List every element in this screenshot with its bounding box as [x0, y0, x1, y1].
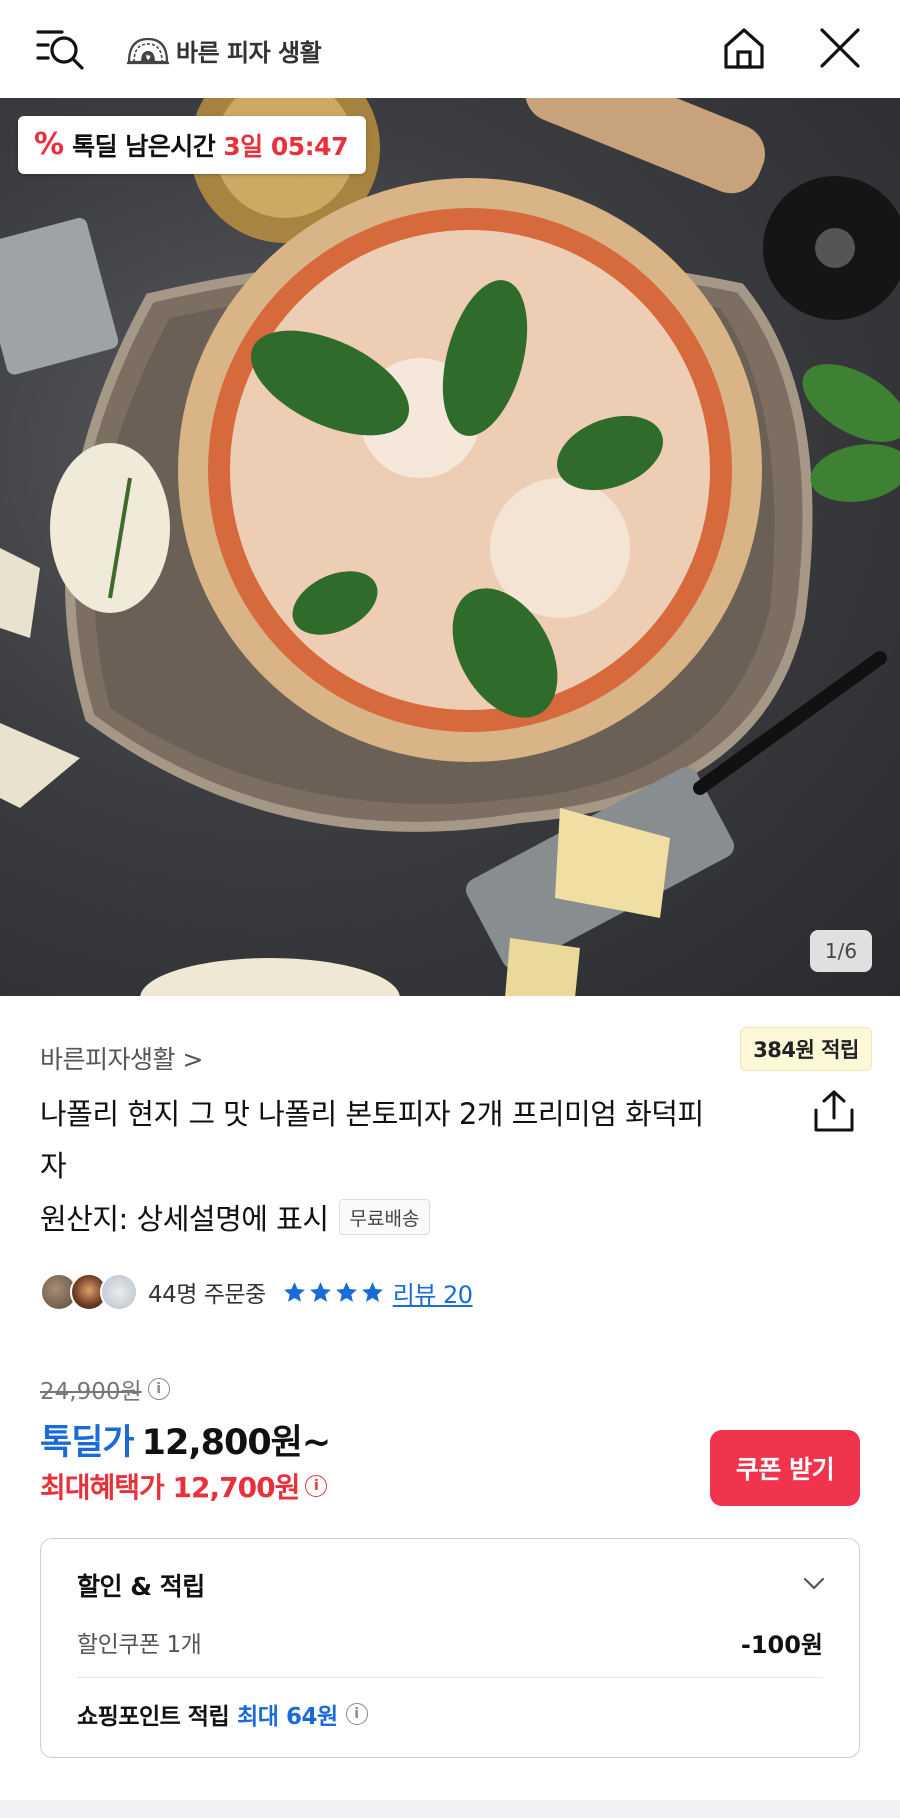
share-icon[interactable]	[810, 1088, 858, 1136]
store-name: 바른 피자 생활	[176, 38, 322, 67]
origin-text: 원산지: 상세설명에 표시	[40, 1202, 329, 1236]
max-benefit-price: 최대혜택가 12,700원	[40, 1471, 300, 1504]
shopping-points-value: 최대 64원	[237, 1704, 338, 1730]
menu-search-icon[interactable]	[36, 26, 88, 72]
deal-timer-remaining: 3일 05:47	[223, 132, 348, 161]
star-icon	[283, 1281, 305, 1302]
image-counter: 1/6	[810, 930, 872, 972]
deal-timer-badge: % 톡딜 남은시간 3일 05:47	[18, 116, 366, 174]
pizza-oven-icon	[127, 37, 169, 65]
discount-benefits-panel[interactable]: 할인 & 적립 할인쿠폰 1개 -100원 쇼핑포인트 적립 최대 64원 i	[40, 1538, 860, 1758]
percent-icon: %	[34, 127, 65, 162]
product-image-carousel[interactable]: % 톡딜 남은시간 3일 05:47 1/6	[0, 98, 900, 996]
get-coupon-button[interactable]: 쿠폰 받기	[710, 1430, 860, 1506]
original-price-row: 24,900원 i	[40, 1372, 170, 1406]
shopping-points-label: 쇼핑포인트 적립	[77, 1704, 230, 1730]
original-price: 24,900원	[40, 1379, 142, 1405]
rating-stars	[282, 1280, 385, 1305]
store-logo[interactable]: 바른 피자 생활	[126, 30, 322, 70]
info-icon[interactable]: i	[305, 1475, 328, 1497]
star-icon	[361, 1281, 383, 1302]
section-divider	[0, 1800, 900, 1818]
info-icon[interactable]: i	[147, 1378, 170, 1400]
product-title: 나폴리 현지 그 맛 나폴리 본토피자 2개 프리미엄 화덕피자	[40, 1097, 704, 1183]
home-icon[interactable]	[720, 24, 768, 72]
info-icon[interactable]: i	[345, 1703, 368, 1725]
shopping-points-row: 쇼핑포인트 적립 최대 64원 i	[77, 1697, 368, 1731]
max-benefit-row: 최대혜택가 12,700원 i	[40, 1466, 328, 1506]
top-header: 바른 피자 생활	[0, 0, 900, 98]
divider	[77, 1677, 823, 1678]
close-icon[interactable]	[818, 26, 862, 70]
star-icon	[335, 1281, 357, 1302]
buyer-avatars	[40, 1273, 138, 1311]
free-shipping-badge: 무료배송	[338, 1199, 431, 1235]
review-link[interactable]: 리뷰 20	[393, 1275, 473, 1310]
discount-coupon-value: -100원	[740, 1631, 823, 1659]
deal-price-row: 톡딜가 12,800원~	[40, 1414, 332, 1465]
discount-coupon-label: 할인쿠폰 1개	[77, 1632, 202, 1658]
product-photo	[0, 98, 900, 996]
point-badge: 384원 적립	[740, 1027, 872, 1071]
deal-timer-label: 톡딜 남은시간	[72, 132, 216, 161]
order-count: 44명 주문중	[148, 1282, 266, 1308]
avatar	[100, 1273, 138, 1311]
chevron-down-icon[interactable]	[803, 1577, 825, 1591]
star-icon	[309, 1281, 331, 1302]
store-link[interactable]: 바른피자생활 >	[40, 1040, 203, 1076]
deal-price: 12,800원~	[141, 1423, 332, 1463]
deal-price-label: 톡딜가	[40, 1423, 135, 1463]
origin-line: 원산지: 상세설명에 표시 무료배송	[40, 1196, 431, 1238]
benefits-title: 할인 & 적립	[77, 1572, 205, 1601]
social-proof-row: 44명 주문중 리뷰 20	[40, 1270, 473, 1314]
